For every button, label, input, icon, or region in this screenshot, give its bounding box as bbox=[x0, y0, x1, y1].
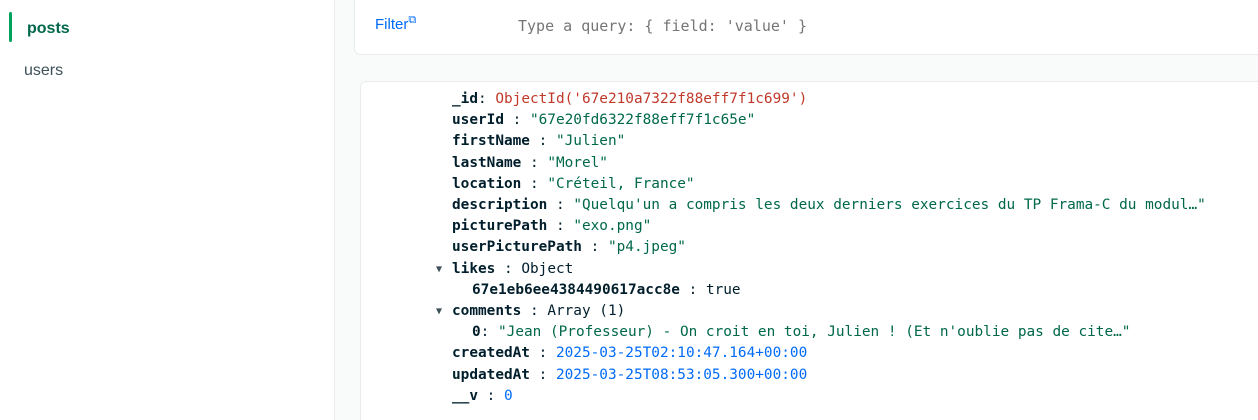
field-separator: : bbox=[547, 218, 574, 235]
expand-caret-icon[interactable]: ▼ bbox=[436, 301, 442, 322]
field-key: updatedAt bbox=[452, 366, 530, 383]
field-value: 2025-03-25T08:53:05.300+00:00 bbox=[555, 366, 808, 383]
nested-field-row[interactable]: 0: "Jean (Professeur) - On croit en toi,… bbox=[472, 322, 1130, 343]
field-separator: : bbox=[581, 239, 608, 256]
field-separator: : bbox=[529, 133, 556, 150]
field-value: "Quelqu'un a compris les deux derniers e… bbox=[573, 197, 1206, 213]
field-value: ObjectId('67e210a7322f88eff7f1c699') bbox=[495, 91, 808, 107]
field-row[interactable]: __v : 0 bbox=[452, 386, 513, 407]
field-value: "Jean (Professeur) - On croit en toi, Ju… bbox=[498, 324, 1131, 341]
field-key: location bbox=[452, 175, 522, 192]
filter-bar: Filter⧉ bbox=[354, 0, 1258, 55]
field-row[interactable]: description : "Quelqu'un a compris les d… bbox=[452, 195, 1206, 216]
field-value: 0 bbox=[504, 387, 513, 404]
nested-field-row[interactable]: 67e1eb6ee4384490617acc8e : true bbox=[472, 280, 741, 301]
field-row[interactable]: ▼ comments : Array (1) bbox=[436, 301, 626, 322]
field-key: likes bbox=[452, 260, 496, 277]
field-separator: : bbox=[529, 345, 556, 362]
field-separator: : bbox=[529, 366, 556, 383]
field-value: "67e20fd6322f88eff7f1c65e" bbox=[529, 112, 756, 129]
field-key: lastName bbox=[452, 154, 522, 171]
field-value: "Créteil, France" bbox=[547, 175, 695, 192]
field-row[interactable]: createdAt : 2025-03-25T02:10:47.164+00:0… bbox=[452, 343, 807, 364]
field-value: 2025-03-25T02:10:47.164+00:00 bbox=[555, 345, 808, 362]
field-key: createdAt bbox=[452, 345, 530, 362]
field-separator: : bbox=[679, 281, 706, 298]
sidebar-item-label: posts bbox=[27, 20, 70, 37]
field-value: Object bbox=[521, 260, 574, 277]
field-separator: : bbox=[503, 112, 530, 129]
field-key: __v bbox=[452, 387, 478, 404]
field-row[interactable]: location : "Créteil, France" bbox=[452, 174, 695, 195]
field-value: "exo.png" bbox=[573, 218, 652, 235]
field-key: 67e1eb6ee4384490617acc8e bbox=[472, 281, 680, 298]
field-key: 0 bbox=[472, 324, 481, 341]
field-key: description bbox=[452, 197, 548, 213]
filter-label-text: Filter bbox=[375, 16, 409, 33]
field-row[interactable]: userPicturePath : "p4.jpeg" bbox=[452, 237, 686, 258]
field-value: true bbox=[705, 281, 741, 298]
field-value: "Julien" bbox=[555, 133, 626, 150]
field-value: Array (1) bbox=[547, 303, 626, 319]
field-key: _id bbox=[452, 91, 478, 107]
active-indicator bbox=[9, 12, 12, 42]
field-row[interactable]: firstName : "Julien" bbox=[452, 131, 625, 152]
document-card: _id: ObjectId('67e210a7322f88eff7f1c699'… bbox=[360, 81, 1258, 420]
field-separator: : bbox=[521, 154, 548, 171]
field-value: "p4.jpeg" bbox=[607, 239, 686, 256]
field-row[interactable]: updatedAt : 2025-03-25T08:53:05.300+00:0… bbox=[452, 365, 807, 386]
sidebar-item-label: users bbox=[24, 62, 64, 79]
field-row[interactable]: _id: ObjectId('67e210a7322f88eff7f1c699'… bbox=[452, 89, 807, 110]
field-value: "Morel" bbox=[547, 154, 608, 171]
field-separator: : bbox=[521, 303, 548, 319]
field-separator: : bbox=[547, 197, 574, 213]
field-separator: : bbox=[495, 260, 522, 277]
field-separator: : bbox=[521, 175, 548, 192]
field-key: userPicturePath bbox=[452, 239, 582, 256]
sidebar-item-users[interactable]: users bbox=[0, 54, 334, 90]
field-row[interactable]: userId : "67e20fd6322f88eff7f1c65e" bbox=[452, 110, 755, 131]
field-row[interactable]: lastName : "Morel" bbox=[452, 153, 608, 174]
field-separator: : bbox=[478, 387, 504, 404]
expand-caret-icon[interactable]: ▼ bbox=[436, 259, 442, 280]
field-key: picturePath bbox=[452, 218, 548, 235]
field-key: userId bbox=[452, 112, 504, 129]
sidebar-item-posts[interactable]: posts bbox=[0, 12, 334, 48]
field-key: firstName bbox=[452, 133, 530, 150]
field-key: comments bbox=[452, 303, 522, 319]
external-link-icon: ⧉ bbox=[408, 14, 417, 26]
collections-sidebar: posts users bbox=[0, 0, 335, 420]
field-row[interactable]: picturePath : "exo.png" bbox=[452, 216, 651, 237]
filter-link[interactable]: Filter⧉ bbox=[375, 14, 417, 33]
field-separator: : bbox=[478, 91, 496, 107]
field-row[interactable]: ▼ likes : Object bbox=[436, 259, 574, 280]
field-separator: : bbox=[480, 324, 498, 341]
query-input[interactable] bbox=[518, 17, 1218, 35]
